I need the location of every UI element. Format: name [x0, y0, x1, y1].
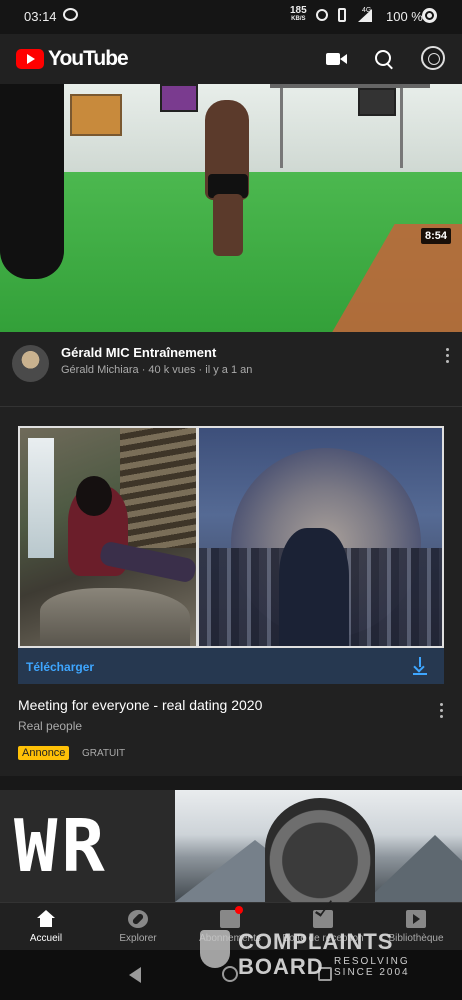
home-icon	[36, 910, 56, 928]
ad-advertiser: Real people	[18, 719, 83, 733]
ad-menu-icon[interactable]	[440, 703, 444, 721]
watermark-tag1: RESOLVING	[334, 956, 410, 967]
helmet-figure	[265, 798, 375, 902]
battery-level: 100 %	[386, 9, 423, 24]
battery-saver-icon	[422, 8, 437, 23]
lte-label: 4G	[362, 7, 372, 14]
video-meta: Gérald Michiara · 40 k vues · il y a 1 a…	[61, 364, 253, 376]
nav-explore[interactable]: Explorer	[92, 902, 184, 950]
watermark-shield-icon	[200, 930, 230, 968]
nav-home-label: Accueil	[29, 933, 63, 944]
status-bar: 03:14 185 KB/S 4G 100 %	[0, 0, 462, 34]
video-duration: 8:54	[421, 228, 452, 244]
app-bar: YouTube	[0, 34, 462, 84]
nav-home[interactable]: Accueil	[0, 902, 92, 950]
video-menu-icon[interactable]	[446, 348, 450, 366]
network-speed: 185 KB/S	[290, 6, 307, 24]
divider	[0, 406, 462, 407]
training-rig	[270, 84, 430, 168]
thumbnail-text: WR	[14, 804, 109, 888]
download-button[interactable]: Télécharger	[26, 660, 94, 674]
network-speed-unit: KB/S	[291, 16, 306, 22]
punching-bag	[0, 84, 64, 279]
youtube-logo-icon[interactable]	[16, 49, 44, 69]
mountain-2	[365, 835, 462, 902]
notice-board	[70, 94, 122, 136]
ad-badge: Annonce	[18, 746, 70, 760]
next-video-thumbnail-left[interactable]: WR	[0, 790, 175, 902]
rock	[40, 588, 190, 646]
video-camera-icon[interactable]	[326, 53, 347, 65]
account-avatar[interactable]	[421, 46, 445, 70]
athlete-legs	[213, 194, 243, 256]
home-button-icon[interactable]	[222, 966, 238, 982]
ad-image-left[interactable]	[20, 428, 196, 646]
standing-figure	[279, 528, 349, 646]
watermark-tag2: SINCE 2004	[334, 967, 410, 978]
channel-avatar[interactable]	[12, 345, 49, 382]
next-video-thumbnail-right[interactable]	[175, 790, 462, 902]
woman-hair	[76, 476, 112, 516]
status-time: 03:14	[24, 9, 57, 24]
watermark-line2: BOARD	[238, 954, 324, 979]
ad-image-right[interactable]	[199, 428, 442, 646]
search-icon[interactable]	[375, 50, 391, 66]
video-thumbnail[interactable]	[0, 84, 462, 332]
nav-explore-label: Explorer	[119, 933, 157, 944]
watermark-line1: COMPLAINTS	[238, 929, 394, 954]
watermark-tagline: RESOLVING SINCE 2004	[334, 956, 410, 978]
brand-name[interactable]: YouTube	[48, 47, 129, 71]
video-title[interactable]: Gérald MIC Entraînement	[61, 345, 216, 360]
wooden-stairs	[120, 428, 196, 548]
library-icon	[406, 910, 426, 928]
inbox-icon	[313, 910, 333, 928]
subscriptions-icon	[220, 906, 243, 928]
alarm-icon	[316, 9, 328, 21]
message-notification-icon	[63, 8, 78, 21]
download-icon[interactable]	[413, 657, 427, 675]
wall-screen	[160, 84, 198, 112]
ad-price: GRATUIT	[82, 748, 126, 759]
section-separator	[0, 776, 462, 790]
back-icon[interactable]	[129, 967, 141, 983]
vibrate-icon	[338, 8, 346, 22]
waterfall	[28, 438, 54, 558]
explore-icon	[128, 910, 148, 928]
ad-title[interactable]: Meeting for everyone - real dating 2020	[18, 697, 262, 713]
